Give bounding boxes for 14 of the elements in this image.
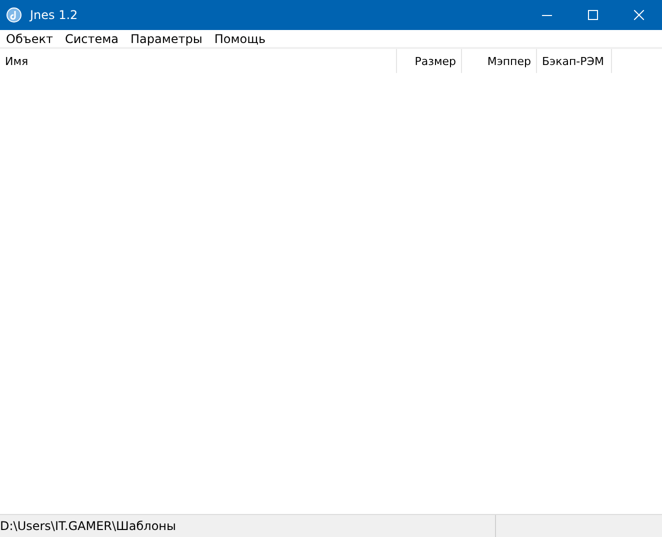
menu-item[interactable]: Объект [0,32,59,46]
column-header[interactable]: Размер [397,49,462,73]
app-icon [6,7,22,23]
window-title: Jnes 1.2 [30,8,79,22]
column-header[interactable]: Бэкап-РЭМ [537,49,612,73]
menu-item[interactable]: Система [58,32,125,46]
close-icon [634,10,644,20]
maximize-icon [588,10,598,20]
menu-item[interactable]: Параметры [124,32,208,46]
column-header[interactable]: Мэппер [462,49,537,73]
column-header[interactable]: Имя [0,49,397,73]
status-path: D:\Users\IT.GAMER\Шаблоны [0,515,496,537]
minimize-icon [542,14,552,16]
menu-item[interactable]: Помощь [208,32,272,46]
